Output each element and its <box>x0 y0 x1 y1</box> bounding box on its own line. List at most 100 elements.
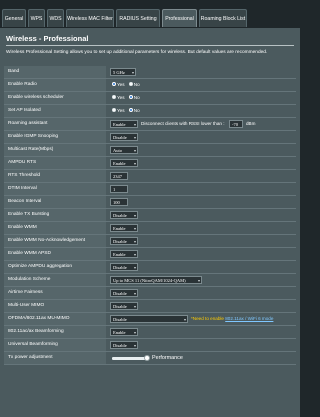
igmp-snooping-value: Disable <box>113 135 127 140</box>
ap-isolated-label: Set AP Isolated <box>4 105 106 117</box>
chevron-down-icon: ▾ <box>133 226 136 231</box>
ampdu-rts-value: Enable <box>113 161 126 166</box>
enable-radio-no-radio[interactable] <box>128 81 133 86</box>
row-modulation-scheme: Modulation Scheme Up to MCS 11 (NitroQAM… <box>4 274 296 287</box>
ofdma-select[interactable]: Disable ▾ <box>110 315 188 323</box>
rts-threshold-input[interactable]: 2347 <box>110 172 128 180</box>
ofdma-value: Disable <box>113 317 127 322</box>
wmm-no-ack-select[interactable]: Disable ▾ <box>110 237 138 245</box>
row-igmp-snooping: Enable IGMP Snooping Disable ▾ <box>4 131 296 144</box>
chevron-down-icon: ▾ <box>133 239 136 244</box>
tab-radius-setting[interactable]: RADIUS Setting <box>116 9 160 27</box>
enable-radio-yes-radio[interactable] <box>112 81 116 86</box>
row-universal-beamforming: Universal Beamforming Disable ▾ <box>4 339 296 352</box>
tab-professional[interactable]: Professional <box>162 9 197 27</box>
tab-roaming-block-list[interactable]: Roaming Block List <box>199 9 247 27</box>
ap-isolated-yes-radio[interactable] <box>112 107 116 112</box>
settings-panel: Wireless - Professional Wireless Profess… <box>0 28 300 417</box>
tx-power-slider[interactable] <box>112 355 150 361</box>
dtim-interval-input[interactable]: 1 <box>110 185 128 193</box>
multicast-rate-select[interactable]: Auto ▾ <box>110 146 138 154</box>
chevron-down-icon: ▾ <box>133 265 136 270</box>
multi-user-mimo-select[interactable]: Disable ▾ <box>110 302 138 310</box>
row-enable-radio: Enable Radio Yes No <box>4 79 296 92</box>
enable-radio-label: Enable Radio <box>4 79 106 91</box>
ap-isolated-yes-label: Yes <box>117 108 125 113</box>
chevron-down-icon: ▾ <box>131 70 134 75</box>
band-label: Band <box>4 66 106 78</box>
ampdu-rts-select[interactable]: Enable ▾ <box>110 159 138 167</box>
tab-general[interactable]: General <box>2 9 26 27</box>
ampdu-aggregation-select[interactable]: Disable ▾ <box>110 263 138 271</box>
wireless-scheduler-no-radio[interactable] <box>128 94 133 99</box>
wireless-scheduler-options: Yes No <box>112 94 140 102</box>
ofdma-note-link[interactable]: 802.11ax / WiFi 6 mode <box>225 316 273 321</box>
universal-beamforming-value: Disable <box>113 343 127 348</box>
row-ampdu-rts: AMPDU RTS Enable ▾ <box>4 157 296 170</box>
ampdu-aggregation-value: Disable <box>113 265 127 270</box>
beamforming-11ac-select[interactable]: Enable ▾ <box>110 328 138 336</box>
airtime-fairness-label: Airtime Fairness <box>4 287 106 299</box>
ofdma-note-text: *Need to enable <box>191 316 226 321</box>
row-roaming-assistant: Roaming assistant Enable ▾ Disconnect cli… <box>4 118 296 131</box>
chevron-down-icon: ▾ <box>133 122 136 127</box>
igmp-snooping-select[interactable]: Disable ▾ <box>110 133 138 141</box>
row-band: Band 5 GHz ▾ <box>4 66 296 79</box>
roaming-rssi-input[interactable]: -70 <box>229 120 243 128</box>
wmm-apsd-value: Enable <box>113 252 126 257</box>
airtime-fairness-value: Disable <box>113 291 127 296</box>
dtim-interval-label: DTIM Interval <box>4 183 106 195</box>
wireless-scheduler-yes-radio[interactable] <box>112 94 116 99</box>
enable-radio-no-label: No <box>133 82 140 87</box>
tx-power-label: Tx power adjustment <box>4 352 106 364</box>
ampdu-rts-label: AMPDU RTS <box>4 157 106 169</box>
chevron-down-icon: ▾ <box>133 343 136 348</box>
airtime-fairness-select[interactable]: Disable ▾ <box>110 289 138 297</box>
page-description: Wireless Professional Setting allows you… <box>6 50 268 55</box>
row-beamforming-11ac: 802.11ac/ax Beamforming Enable ▾ <box>4 326 296 339</box>
tx-bursting-select[interactable]: Disable ▾ <box>110 211 138 219</box>
wireless-scheduler-label: Enable wireless scheduler <box>4 92 106 104</box>
tx-power-slider-fill <box>112 357 148 360</box>
band-value: 5 GHz <box>113 70 125 75</box>
ampdu-aggregation-label: Optimize AMPDU aggregation <box>4 261 106 273</box>
multi-user-mimo-value: Disable <box>113 304 127 309</box>
row-airtime-fairness: Airtime Fairness Disable ▾ <box>4 287 296 300</box>
beacon-interval-input[interactable]: 100 <box>110 198 128 206</box>
row-multi-user-mimo: Multi-User MIMO Disable ▾ <box>4 300 296 313</box>
tx-power-slider-handle[interactable] <box>144 355 150 361</box>
ofdma-note: *Need to enable 802.11ax / WiFi 6 mode <box>191 315 273 323</box>
row-beacon-interval: Beacon Interval 100 <box>4 196 296 209</box>
ap-isolated-no-radio[interactable] <box>128 107 133 112</box>
ap-isolated-options: Yes No <box>112 107 140 115</box>
row-ap-isolated: Set AP Isolated Yes No <box>4 105 296 118</box>
rts-threshold-label: RTS Threshold <box>4 170 106 182</box>
wmm-label: Enable WMM <box>4 222 106 234</box>
wmm-select[interactable]: Enable ▾ <box>110 224 138 232</box>
beacon-interval-label: Beacon Interval <box>4 196 106 208</box>
ap-isolated-no-label: No <box>133 108 140 113</box>
chevron-down-icon: ▾ <box>133 135 136 140</box>
modulation-scheme-select[interactable]: Up to MCS 11 (NitroQAM/1024-QAM) ▾ <box>110 276 202 284</box>
tab-wps[interactable]: WPS <box>28 9 45 27</box>
row-ofdma: OFDMA/802.11ax MU-MIMO Disable ▾ *Need to… <box>4 313 296 326</box>
chevron-down-icon: ▾ <box>133 252 136 257</box>
wmm-value: Enable <box>113 226 126 231</box>
band-select[interactable]: 5 GHz ▾ <box>110 68 136 76</box>
universal-beamforming-select[interactable]: Disable ▾ <box>110 341 138 349</box>
wmm-apsd-select[interactable]: Enable ▾ <box>110 250 138 258</box>
enable-radio-options: Yes No <box>112 81 140 89</box>
modulation-scheme-value: Up to MCS 11 (NitroQAM/1024-QAM) <box>113 278 186 283</box>
tab-wireless-mac-filter[interactable]: Wireless MAC Filter <box>66 9 114 27</box>
roaming-assistant-select[interactable]: Enable ▾ <box>110 120 138 128</box>
roaming-rssi-text: Disconnect clients with RSSI lower than … <box>141 121 225 126</box>
wmm-apsd-label: Enable WMM APSD <box>4 248 106 260</box>
row-multicast-rate: Multicast Rate(Mbps) Auto ▾ <box>4 144 296 157</box>
chevron-down-icon: ▾ <box>133 161 136 166</box>
beamforming-11ac-value: Enable <box>113 330 126 335</box>
chevron-down-icon: ▾ <box>183 317 186 322</box>
row-ampdu-aggregation: Optimize AMPDU aggregation Disable ▾ <box>4 261 296 274</box>
wmm-no-ack-label: Enable WMM No-Acknowledgement <box>4 235 106 247</box>
row-tx-bursting: Enable TX Bursting Disable ▾ <box>4 209 296 222</box>
tab-wds[interactable]: WDS <box>47 9 64 27</box>
